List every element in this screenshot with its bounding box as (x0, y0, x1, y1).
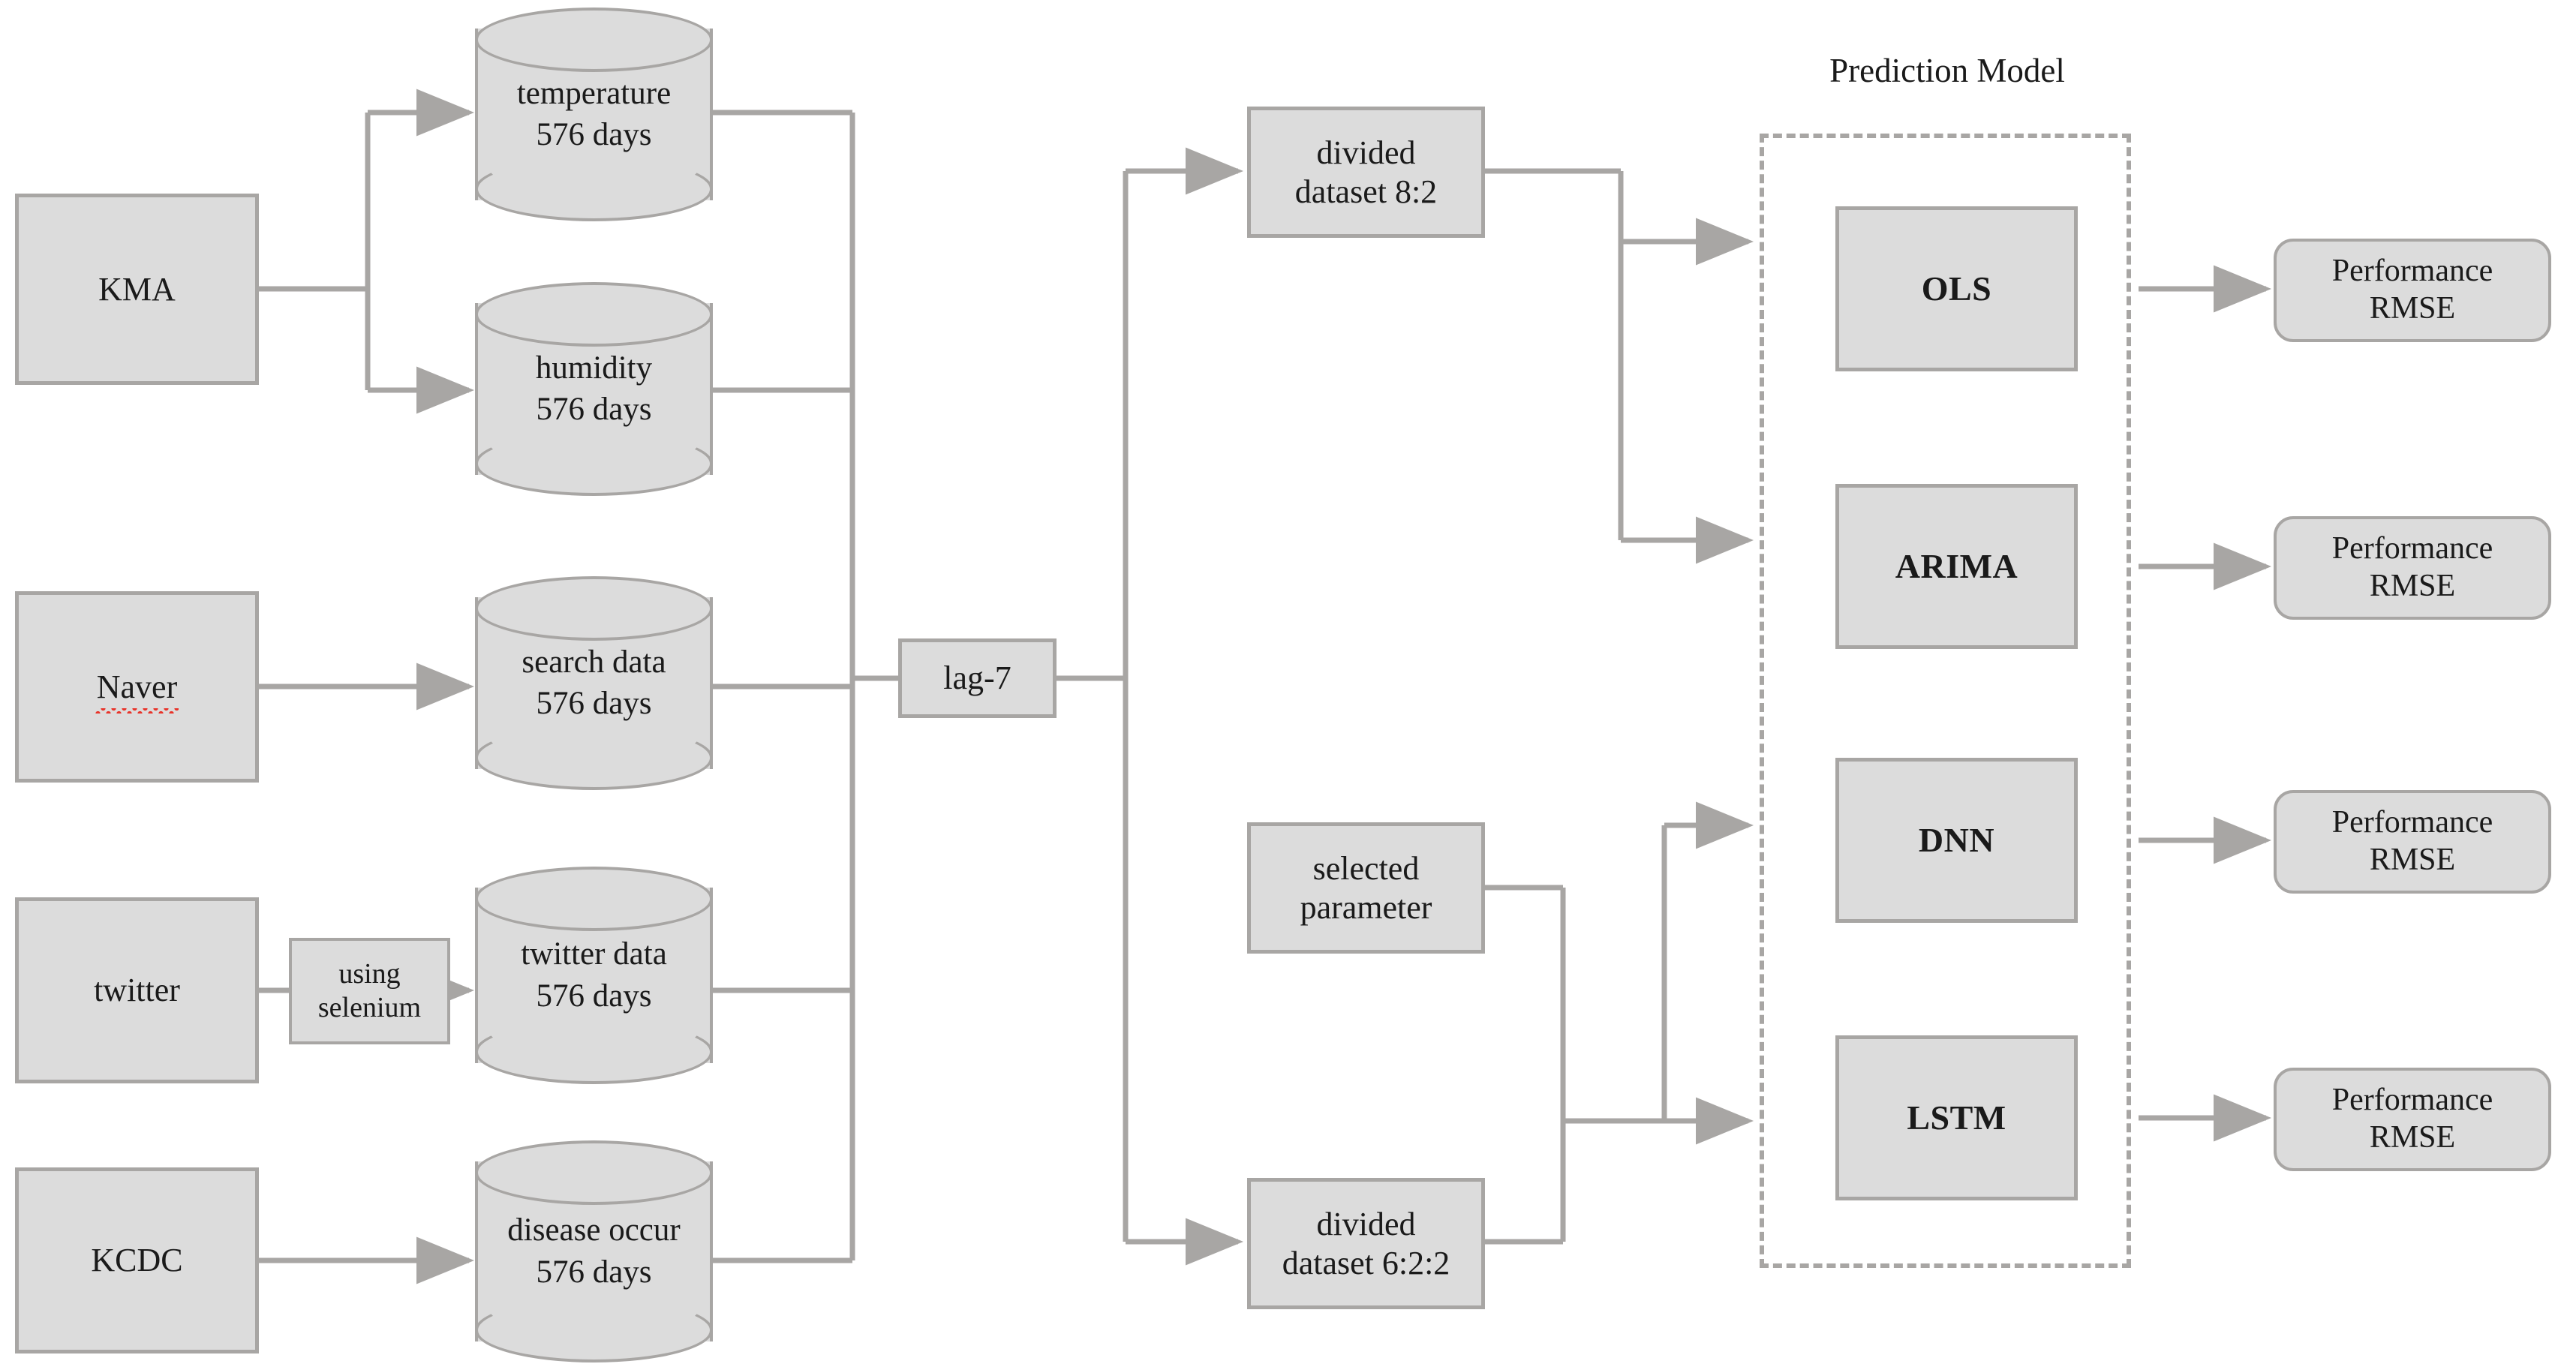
rmse-dnn-line1: Performance (2331, 805, 2493, 840)
datastore-search-data[interactable]: search data 576 days (475, 576, 713, 790)
datastore-label-temperature: temperature 576 days (475, 73, 713, 157)
datastore-line2: 576 days (536, 686, 652, 722)
datastore-line1: search data (522, 644, 666, 680)
rmse-lstm-line2: RMSE (2369, 1120, 2456, 1155)
selected-parameter-line1: selected (1312, 849, 1420, 887)
rmse-arima-line2: RMSE (2369, 569, 2456, 603)
split-622-line1: divided (1316, 1205, 1416, 1242)
model-label-ols: OLS (1921, 269, 1992, 308)
cylinder-bottom (475, 157, 713, 221)
output-box-rmse-arima[interactable]: Performance RMSE (2274, 516, 2551, 620)
datastore-line1: temperature (516, 75, 672, 111)
model-label-dnn: DNN (1918, 820, 1995, 859)
prediction-model-group-title: Prediction Model (1760, 51, 2135, 90)
cylinder-bottom (475, 726, 713, 790)
split-82-line2: dataset 8:2 (1294, 173, 1438, 210)
datastore-line1: twitter data (521, 936, 667, 972)
datastore-line2: 576 days (536, 117, 652, 153)
cylinder-top (475, 576, 713, 641)
selected-parameter-box[interactable]: selected parameter (1247, 822, 1485, 954)
source-box-naver[interactable]: Naver (15, 591, 259, 783)
source-box-kcdc[interactable]: KCDC (15, 1167, 259, 1353)
process-box-using-selenium[interactable]: using selenium (289, 938, 450, 1044)
datastore-label-twitter-data: twitter data 576 days (475, 933, 713, 1017)
rmse-dnn-line2: RMSE (2369, 843, 2456, 877)
split-82-line1: divided (1316, 134, 1416, 171)
datastore-line1: disease occur (507, 1212, 681, 1248)
datastore-label-disease-occur: disease occur 576 days (475, 1209, 713, 1293)
rmse-arima-line1: Performance (2331, 531, 2493, 566)
cylinder-bottom (475, 1298, 713, 1362)
model-box-arima[interactable]: ARIMA (1835, 484, 2078, 649)
output-box-rmse-lstm[interactable]: Performance RMSE (2274, 1068, 2551, 1171)
datastore-line1: humidity (535, 350, 653, 386)
prediction-model-title-text: Prediction Model (1829, 52, 2065, 89)
datastore-label-humidity: humidity 576 days (475, 347, 713, 431)
datastore-line2: 576 days (536, 978, 652, 1014)
output-box-rmse-dnn[interactable]: Performance RMSE (2274, 790, 2551, 894)
output-box-rmse-ols[interactable]: Performance RMSE (2274, 239, 2551, 342)
source-label-twitter: twitter (94, 972, 180, 1009)
rmse-ols-line2: RMSE (2369, 291, 2456, 326)
source-label-kma: KMA (98, 270, 176, 308)
rmse-ols-line1: Performance (2331, 254, 2493, 289)
source-label-kcdc: KCDC (91, 1242, 183, 1279)
datastore-line2: 576 days (536, 392, 652, 428)
source-box-kma[interactable]: KMA (15, 194, 259, 385)
flowchart-canvas: KMA Naver twitter KCDC using selenium te… (0, 0, 2576, 1370)
cylinder-bottom (475, 1020, 713, 1084)
lag-label: lag-7 (943, 659, 1011, 697)
model-box-ols[interactable]: OLS (1835, 206, 2078, 371)
source-label-naver: Naver (95, 668, 179, 714)
cylinder-top (475, 1140, 713, 1205)
datastore-humidity[interactable]: humidity 576 days (475, 282, 713, 496)
datastore-label-search-data: search data 576 days (475, 641, 713, 726)
model-label-arima: ARIMA (1895, 546, 2018, 585)
rmse-lstm-line1: Performance (2331, 1083, 2493, 1118)
datastore-disease-occur[interactable]: disease occur 576 days (475, 1140, 713, 1362)
model-box-lstm[interactable]: LSTM (1835, 1035, 2078, 1200)
selected-parameter-line2: parameter (1300, 888, 1432, 926)
cylinder-top (475, 867, 713, 931)
datastore-twitter-data[interactable]: twitter data 576 days (475, 867, 713, 1084)
source-box-twitter[interactable]: twitter (15, 897, 259, 1083)
model-box-dnn[interactable]: DNN (1835, 758, 2078, 923)
selenium-label-line1: using (338, 958, 401, 990)
cylinder-top (475, 282, 713, 347)
cylinder-bottom (475, 431, 713, 496)
cylinder-top (475, 8, 713, 72)
lag-box[interactable]: lag-7 (898, 638, 1057, 718)
dataset-split-82-box[interactable]: divided dataset 8:2 (1247, 107, 1485, 238)
datastore-line2: 576 days (536, 1254, 652, 1290)
datastore-temperature[interactable]: temperature 576 days (475, 8, 713, 221)
model-label-lstm: LSTM (1907, 1098, 2006, 1137)
split-622-line2: dataset 6:2:2 (1282, 1244, 1450, 1281)
dataset-split-622-box[interactable]: divided dataset 6:2:2 (1247, 1178, 1485, 1309)
selenium-label-line2: selenium (317, 992, 422, 1023)
